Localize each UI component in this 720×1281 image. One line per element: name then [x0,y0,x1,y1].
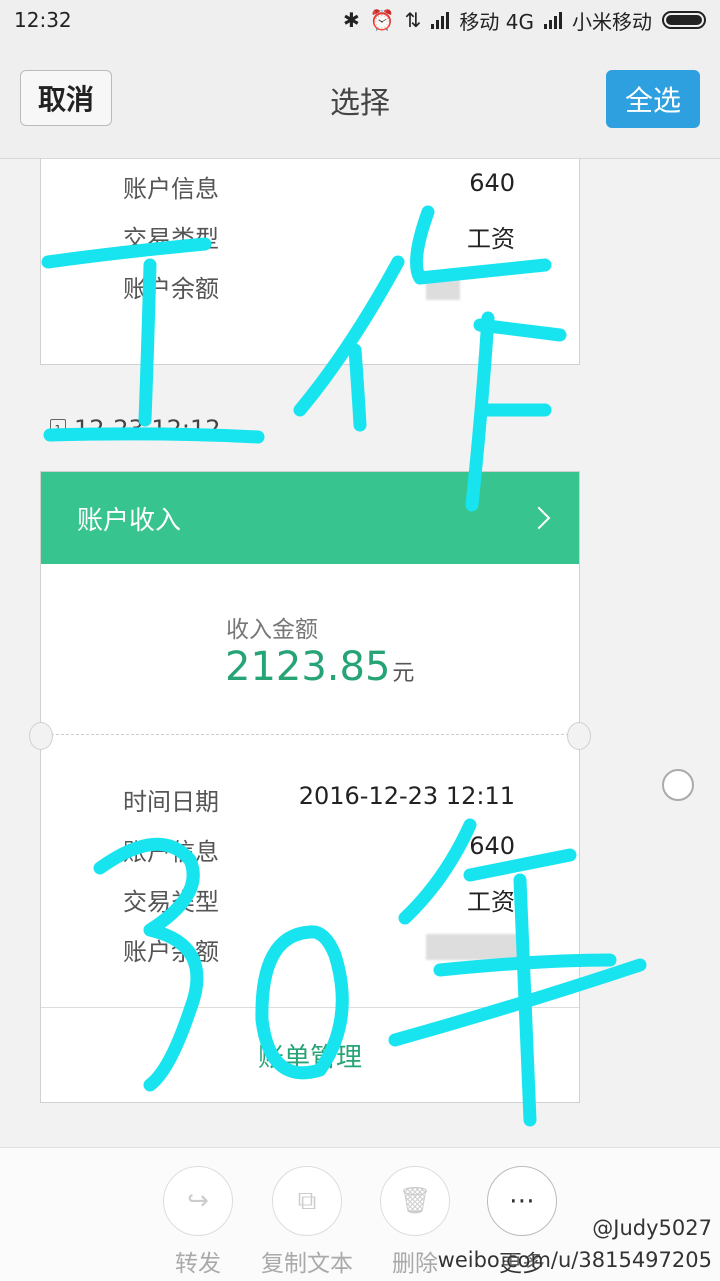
detail-row: 交易类型 工资 [123,882,515,917]
ticket-notch-left [29,722,53,750]
battery-icon [662,11,706,29]
watermark-url: weibo.com/u/3815497205 [437,1248,712,1272]
message-list[interactable]: 账户信息 640 交易类型 工资 账户余额 1 12-23 12:12 账户收入… [0,159,720,1147]
timestamp-text: 12-23 12:12 [74,415,221,443]
forward-icon: ↪ [163,1166,233,1236]
detail-label: 时间日期 [123,788,219,816]
detail-row: 交易类型 工资 [123,219,515,254]
detail-value: 640 [469,169,515,197]
amount-value: 2123.85 [225,644,391,690]
detail-row: 账户信息 640 [123,169,515,204]
toolbar-label: 复制文本 [261,1251,353,1277]
watermark-handle: @Judy5027 [592,1216,712,1240]
detail-label: 交易类型 [123,225,219,253]
toolbar-label: 删除 [392,1251,438,1277]
detail-label: 账户信息 [123,175,219,203]
card-title: 账户收入 [77,505,182,536]
detail-label: 账户余额 [123,938,219,966]
status-icons: ✱ ⏰ ⇅ 移动 4G 小米移动 [343,6,706,35]
detail-label: 账户余额 [123,275,219,303]
status-bar: 12:32 ✱ ⏰ ⇅ 移动 4G 小米移动 [0,0,720,40]
amount-unit: 元 [392,661,415,686]
message-card[interactable]: 账户收入 收入金额 2123.85元 时间日期 2016-12-23 12:11… [29,471,591,1103]
message-card-previous[interactable]: 账户信息 640 交易类型 工资 账户余额 [40,159,580,365]
perforation-divider [41,734,579,735]
status-time: 12:32 [14,8,72,32]
detail-value: 工资 [467,888,515,916]
select-radio[interactable] [662,769,694,801]
forward-button[interactable]: ↪ 转发 [143,1166,253,1278]
message-timestamp: 1 12-23 12:12 [50,415,221,443]
detail-value: 2016-12-23 12:11 [298,782,515,810]
amount-display: 2123.85元 [225,644,414,690]
select-all-button[interactable]: 全选 [606,70,700,128]
copy-icon: ⧉ [272,1166,342,1236]
bluetooth-icon: ✱ [342,8,360,32]
toolbar-label: 转发 [175,1251,221,1277]
ticket-notch-right [567,722,591,750]
detail-row: 时间日期 2016-12-23 12:11 [123,782,515,817]
alarm-icon: ⏰ [369,8,395,32]
sim-icon: 1 [50,419,66,439]
detail-row: 账户信息 640 [123,832,515,867]
carrier-2: 小米移动 [572,9,652,34]
redacted-balance [426,934,524,960]
amount-label: 收入金额 [226,617,318,643]
carrier-1: 移动 4G [459,9,534,34]
selection-header: 取消 选择 全选 [0,40,720,159]
signal-icon [431,11,450,29]
bill-management-link[interactable]: 账单管理 [41,1007,579,1102]
chevron-right-icon [527,506,551,530]
weibo-watermark: @Judy5027 weibo.com/u/3815497205 [438,1212,712,1276]
data-transfer-icon: ⇅ [404,8,422,32]
copy-text-button[interactable]: ⧉ 复制文本 [252,1166,362,1278]
signal-icon-2 [544,11,562,29]
redacted-balance [426,274,460,300]
card-header[interactable]: 账户收入 [41,472,579,564]
detail-label: 交易类型 [123,888,219,916]
detail-label: 账户信息 [123,838,219,866]
detail-value: 640 [469,832,515,860]
detail-value: 工资 [467,225,515,253]
